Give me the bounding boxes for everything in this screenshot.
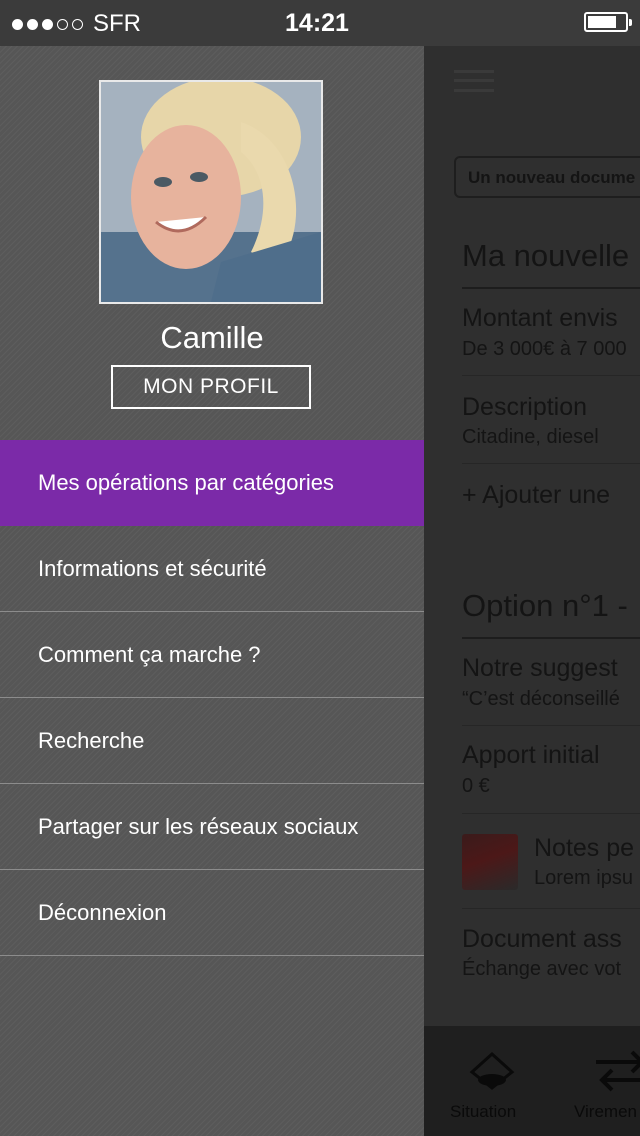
profile-photo-icon: [101, 82, 321, 302]
menu-item-logout[interactable]: Déconnexion: [0, 870, 424, 956]
menu-item-label: Déconnexion: [38, 899, 167, 925]
menu-item-operations[interactable]: Mes opérations par catégories: [0, 440, 424, 526]
divider: [462, 463, 640, 464]
menu-item-label: Recherche: [38, 727, 145, 753]
field-value: 0 €: [462, 775, 490, 797]
menu-item-how-it-works[interactable]: Comment ça marche ?: [0, 612, 424, 698]
new-document-button[interactable]: Un nouveau docume: [454, 156, 640, 198]
car-thumbnail: [462, 834, 518, 890]
menu-item-label: Mes opérations par catégories: [38, 469, 334, 495]
section-title: Ma nouvelle: [462, 238, 630, 273]
field-label: Description: [462, 393, 588, 421]
menu-item-label: Informations et sécurité: [38, 555, 267, 581]
divider: [462, 287, 640, 289]
user-name: Camille: [160, 320, 264, 355]
menu-list: Mes opérations par catégories Informatio…: [0, 440, 424, 956]
menu-item-share[interactable]: Partager sur les réseaux sociaux: [0, 784, 424, 870]
document-label: Document ass: [462, 925, 622, 953]
divider: [462, 908, 640, 909]
field-value: De 3 000€ à 7 000: [462, 338, 627, 360]
battery-icon: [584, 12, 632, 32]
field-value: “C’est déconseillé: [462, 688, 620, 710]
status-bar: SFR 14:21: [0, 0, 640, 46]
option-title: Option n°1 -: [462, 588, 628, 623]
menu-item-label: Partager sur les réseaux sociaux: [38, 813, 359, 839]
menu-item-search[interactable]: Recherche: [0, 698, 424, 784]
avatar[interactable]: [99, 80, 323, 304]
tab-situation[interactable]: Situation: [440, 1026, 550, 1136]
side-menu-drawer: Camille MON PROFIL Mes opérations par ca…: [0, 46, 424, 1136]
divider: [462, 725, 640, 726]
background-screen[interactable]: Un nouveau docume Ma nouvelle Montant en…: [424, 0, 640, 1136]
menu-item-security[interactable]: Informations et sécurité: [0, 526, 424, 612]
tab-label: Viremen: [574, 1102, 637, 1121]
transfer-arrows-icon: [596, 1050, 640, 1092]
notes-label: Notes pe: [534, 834, 635, 862]
piggy-bank-icon: [469, 1051, 515, 1090]
my-profile-button[interactable]: MON PROFIL: [111, 365, 311, 409]
add-link[interactable]: + Ajouter une: [462, 481, 610, 510]
field-label: Apport initial: [462, 741, 600, 769]
menu-item-label: Comment ça marche ?: [38, 641, 261, 667]
divider: [462, 637, 640, 639]
tab-bar: Situation Viremen: [424, 1026, 640, 1136]
divider: [462, 375, 640, 376]
divider: [462, 813, 640, 814]
notes-value: Lorem ipsu: [534, 867, 633, 889]
field-label: Montant envis: [462, 304, 618, 332]
field-label: Notre suggest: [462, 654, 618, 682]
hamburger-menu-icon[interactable]: [454, 70, 494, 92]
document-value: Échange avec vot: [462, 958, 621, 980]
tab-virement[interactable]: Viremen: [570, 1026, 640, 1136]
tab-label: Situation: [450, 1102, 517, 1121]
field-value: Citadine, diesel: [462, 426, 599, 448]
clock: 14:21: [285, 9, 349, 37]
